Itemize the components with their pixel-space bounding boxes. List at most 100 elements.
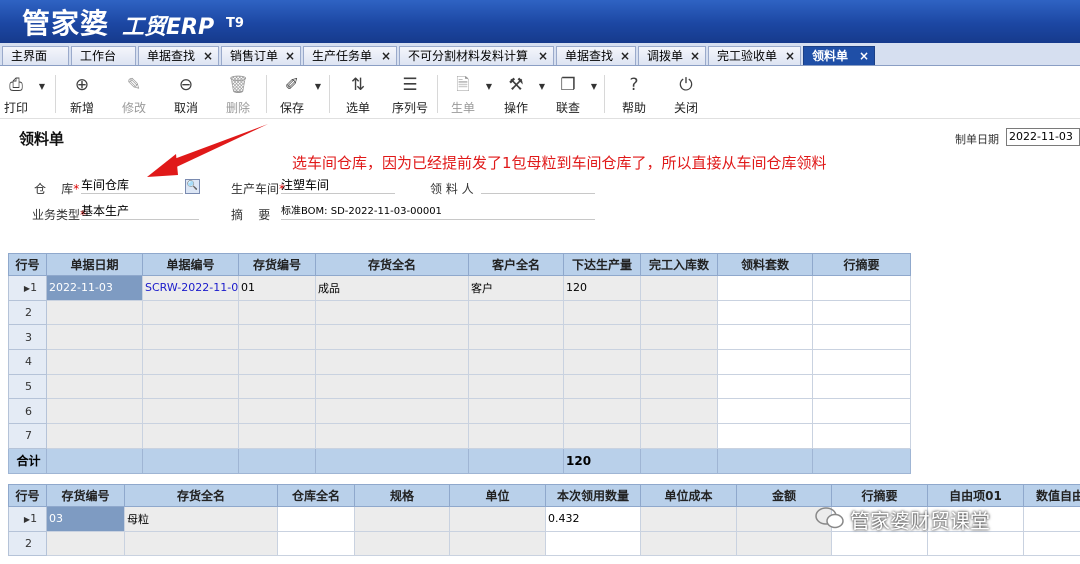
- business-type-field[interactable]: 基本生产: [81, 204, 199, 220]
- table-row[interactable]: 2: [8, 299, 911, 326]
- col-header[interactable]: 存货编号: [46, 484, 125, 507]
- cell-item-name[interactable]: 成品: [315, 275, 469, 301]
- table-row[interactable]: 1 2022-11-03 SCRW-2022-11-03-( 01 成品 客户 …: [8, 275, 911, 301]
- grid-cell[interactable]: [124, 530, 278, 557]
- chevron-down-icon[interactable]: ▼: [315, 82, 321, 91]
- table-row[interactable]: 4: [8, 349, 911, 375]
- grid-cell[interactable]: [812, 299, 911, 326]
- grid-cell[interactable]: [468, 373, 564, 400]
- row-number[interactable]: 7: [8, 423, 47, 449]
- close-icon[interactable]: ×: [285, 47, 295, 65]
- grid-cell[interactable]: [46, 530, 125, 557]
- grid-cell[interactable]: [468, 299, 564, 326]
- row-number[interactable]: 2: [8, 530, 47, 557]
- grid-cell[interactable]: [640, 324, 718, 351]
- col-header[interactable]: 单据编号: [142, 253, 239, 276]
- cell-customer[interactable]: 客户: [468, 275, 564, 301]
- table-row[interactable]: 3: [8, 324, 911, 351]
- tab-material-calc[interactable]: 不可分割材料发料计算 ×: [399, 46, 554, 65]
- col-header[interactable]: 数值自由项: [1023, 484, 1080, 507]
- col-header[interactable]: 本次领用数量: [545, 484, 641, 507]
- col-header[interactable]: 客户全名: [468, 253, 564, 276]
- tab-completion[interactable]: 完工验收单 ×: [708, 46, 801, 65]
- grid-cell[interactable]: [46, 299, 143, 326]
- workshop-field[interactable]: 注塑车间: [281, 178, 395, 194]
- grid-cell[interactable]: [238, 373, 316, 400]
- table-row[interactable]: 5: [8, 373, 911, 400]
- col-header[interactable]: 存货全名: [315, 253, 469, 276]
- tab-bill-search-2[interactable]: 单据查找 ×: [556, 46, 636, 65]
- grid-cell[interactable]: [449, 530, 546, 557]
- delete-button[interactable]: 🗑 删除: [218, 73, 258, 116]
- receiver-field[interactable]: [481, 178, 595, 194]
- grid-cell[interactable]: [468, 349, 564, 375]
- cell-memo[interactable]: [812, 275, 911, 301]
- cancel-button[interactable]: ⊖ 取消: [166, 73, 206, 116]
- close-icon[interactable]: ×: [859, 47, 869, 65]
- grid-cell[interactable]: [545, 530, 641, 557]
- grid-cell[interactable]: [812, 349, 911, 375]
- cell-spec[interactable]: [354, 506, 450, 532]
- cell-warehouse[interactable]: [277, 506, 355, 532]
- tab-material-requisition[interactable]: 领料单 ×: [803, 46, 875, 65]
- help-button[interactable]: ? 帮助: [614, 73, 654, 116]
- col-header[interactable]: 仓库全名: [277, 484, 355, 507]
- add-button[interactable]: ⊕ 新增: [62, 73, 102, 116]
- grid-cell[interactable]: [315, 299, 469, 326]
- grid-cell[interactable]: [315, 324, 469, 351]
- grid-cell[interactable]: [354, 530, 450, 557]
- row-number[interactable]: 5: [8, 373, 47, 400]
- col-header[interactable]: 单据日期: [46, 253, 143, 276]
- row-number[interactable]: 2: [8, 299, 47, 326]
- grid-cell[interactable]: [640, 398, 718, 425]
- chevron-down-icon[interactable]: ▼: [539, 82, 545, 91]
- grid-cell[interactable]: [717, 299, 813, 326]
- col-header[interactable]: 行摘要: [831, 484, 928, 507]
- col-header[interactable]: 自由项01: [927, 484, 1024, 507]
- cell-item-name[interactable]: 母粒: [124, 506, 278, 532]
- row-number[interactable]: 3: [8, 324, 47, 351]
- select-bill-button[interactable]: ⇅ 选单: [338, 73, 378, 116]
- close-icon[interactable]: ×: [785, 47, 795, 65]
- grid-cell[interactable]: [46, 324, 143, 351]
- save-button[interactable]: ✐ 保存 ▼: [272, 73, 321, 116]
- grid-cell[interactable]: [238, 398, 316, 425]
- grid-cell[interactable]: [831, 530, 928, 557]
- grid-cell[interactable]: [717, 324, 813, 351]
- col-header[interactable]: 行号: [8, 253, 47, 276]
- grid-cell[interactable]: [46, 398, 143, 425]
- col-header[interactable]: 下达生产量: [563, 253, 641, 276]
- grid-cell[interactable]: [736, 530, 832, 557]
- serial-button[interactable]: ☰ 序列号: [390, 73, 430, 116]
- table-row[interactable]: 7: [8, 423, 911, 449]
- edit-button[interactable]: ✎ 修改: [114, 73, 154, 116]
- cell-qty[interactable]: 0.432: [545, 506, 641, 532]
- cell-bill-no[interactable]: SCRW-2022-11-03-(: [142, 275, 239, 301]
- tab-bill-search[interactable]: 单据查找 ×: [138, 46, 219, 65]
- cell-item-no[interactable]: 03: [46, 506, 125, 532]
- close-button[interactable]: ⏻ 关闭: [666, 73, 706, 116]
- grid-cell[interactable]: [563, 299, 641, 326]
- tab-production-task[interactable]: 生产任务单 ×: [303, 46, 397, 65]
- chevron-down-icon[interactable]: ▼: [591, 82, 597, 91]
- grid-cell[interactable]: [563, 423, 641, 449]
- grid-cell[interactable]: [238, 324, 316, 351]
- date-field[interactable]: 2022-11-03: [1006, 128, 1080, 146]
- grid-cell[interactable]: [717, 373, 813, 400]
- grid-cell[interactable]: [468, 324, 564, 351]
- grid-cell[interactable]: [468, 398, 564, 425]
- tab-transfer[interactable]: 调拨单 ×: [638, 46, 706, 65]
- grid-cell[interactable]: [717, 398, 813, 425]
- grid-cell[interactable]: [927, 530, 1024, 557]
- grid-cell[interactable]: [717, 423, 813, 449]
- grid-cell[interactable]: [238, 423, 316, 449]
- grid-cell[interactable]: [812, 324, 911, 351]
- grid-cell[interactable]: [238, 349, 316, 375]
- grid-cell[interactable]: [315, 398, 469, 425]
- close-icon[interactable]: ×: [620, 47, 630, 65]
- print-button[interactable]: ⎙ 打印 ▼: [0, 73, 45, 116]
- chevron-down-icon[interactable]: ▼: [39, 82, 45, 91]
- grid-cell[interactable]: [142, 423, 239, 449]
- col-header[interactable]: 存货编号: [238, 253, 316, 276]
- row-number[interactable]: 1: [8, 275, 47, 301]
